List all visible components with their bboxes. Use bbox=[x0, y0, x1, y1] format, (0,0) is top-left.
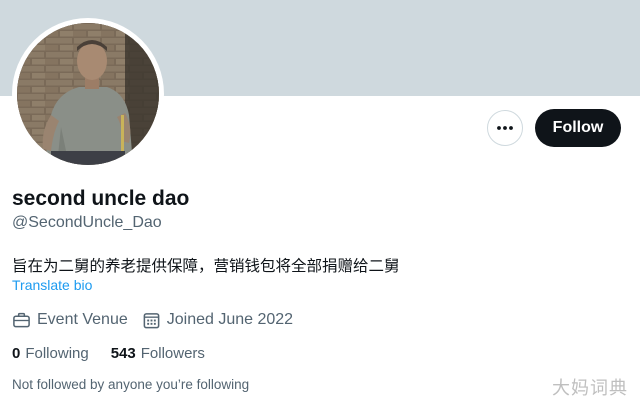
profile-meta: Event Venue Joined June 2022 bbox=[12, 309, 307, 331]
followers-link[interactable]: 543 Followers bbox=[111, 345, 205, 362]
more-horizontal-icon bbox=[497, 126, 513, 130]
follow-button[interactable]: Follow bbox=[535, 109, 621, 147]
not-followed-notice: Not followed by anyone you’re following bbox=[12, 377, 250, 392]
avatar[interactable] bbox=[17, 23, 159, 165]
following-count: 0 bbox=[12, 345, 21, 362]
profile-joined-text: Joined June 2022 bbox=[166, 311, 294, 328]
briefcase-icon bbox=[13, 312, 30, 327]
profile-handle: @SecondUncle_Dao bbox=[12, 214, 162, 231]
followers-count: 543 bbox=[110, 345, 136, 362]
translate-bio-link[interactable]: Translate bio bbox=[12, 277, 92, 293]
profile-page: Follow second uncle dao @SecondUncle_Dao… bbox=[0, 0, 640, 415]
profile-stats: 0 Following 543 Followers bbox=[12, 345, 227, 362]
following-link[interactable]: 0 Following bbox=[12, 345, 89, 362]
profile-joined: Joined June 2022 bbox=[142, 311, 293, 330]
following-label: Following bbox=[25, 345, 89, 362]
watermark: 大妈词典 bbox=[552, 378, 628, 399]
more-options-button[interactable] bbox=[487, 110, 523, 146]
avatar-photo bbox=[17, 23, 159, 165]
followers-label: Followers bbox=[140, 345, 205, 362]
display-name: second uncle dao bbox=[12, 187, 190, 210]
profile-category: Event Venue bbox=[12, 311, 128, 330]
calendar-icon bbox=[143, 312, 160, 328]
profile-bio: 旨在为二舅的养老提供保障，营销钱包将全部捐赠给二舅 bbox=[12, 257, 400, 275]
profile-category-text: Event Venue bbox=[37, 311, 128, 328]
